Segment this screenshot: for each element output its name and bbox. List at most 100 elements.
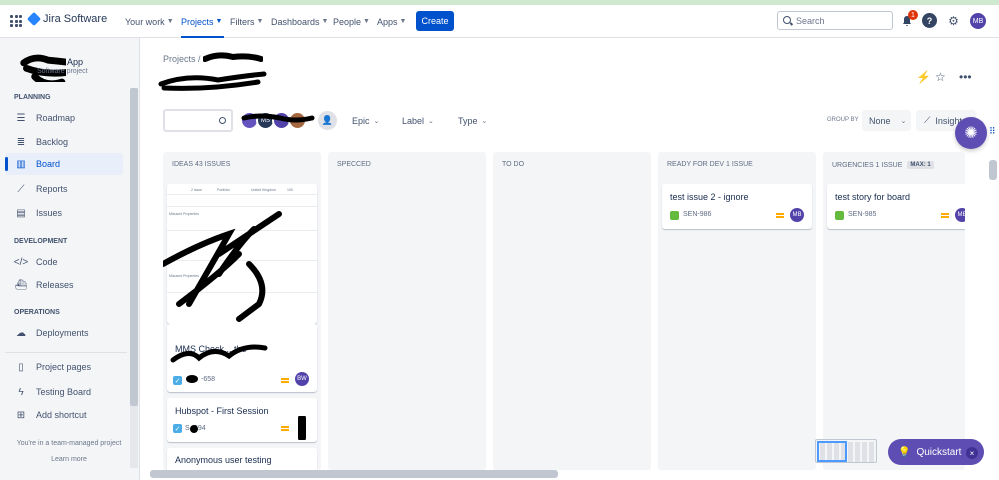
task-checkbox-icon: ✓	[173, 424, 182, 433]
epic-filter[interactable]: Epic ⌄	[352, 113, 379, 129]
sidebar-item-code[interactable]: </> Code	[5, 251, 123, 273]
sidebar-item-project-pages[interactable]: ▯ Project pages	[5, 356, 123, 378]
card-title: test issue 2 - ignore	[670, 192, 749, 202]
learn-more-link[interactable]: Learn more	[0, 456, 138, 463]
lightning-icon: ϟ	[18, 386, 24, 398]
label-filter[interactable]: Label ⌄	[402, 113, 434, 129]
issue-card[interactable]: MMS Check... the ✓ -658 BW	[167, 324, 317, 392]
chevron-down-icon: ⌄	[481, 118, 488, 125]
column-urgencies: URGENCIES 1 ISSUE MAX: 1 test story for b…	[823, 152, 965, 470]
issue-key[interactable]: SEN-986	[683, 211, 711, 218]
table-cell: Portfolio	[217, 188, 230, 192]
roadmap-icon: ☰	[16, 112, 26, 124]
more-actions-icon[interactable]: •••	[959, 70, 972, 84]
sidebar-item-issues[interactable]: ▤ Issues	[5, 202, 123, 224]
page-title-redacted	[158, 71, 267, 91]
issue-card[interactable]: Hubspot - First Session ✓ S -594	[167, 398, 317, 442]
type-filter[interactable]: Type ⌄	[458, 113, 487, 129]
assignee-avatar[interactable]: MB	[955, 208, 965, 222]
wip-limit-badge: MAX: 1	[907, 161, 934, 169]
add-people-icon[interactable]: 👤	[318, 111, 337, 130]
jira-logo[interactable]: Jira Software	[26, 11, 107, 27]
priority-medium-icon	[281, 378, 289, 383]
backlog-icon: ≣	[16, 136, 26, 148]
group-by-label: GROUP BY	[827, 117, 859, 123]
lightbulb-icon: 💡	[898, 446, 911, 458]
user-avatar[interactable]: MB	[970, 13, 986, 29]
sidebar-scrollbar[interactable]	[130, 88, 138, 406]
help-icon[interactable]: ?	[922, 13, 937, 28]
sidebar-item-label: Code	[36, 257, 58, 267]
column-ready-for-dev: READY FOR DEV 1 ISSUE test issue 2 - ign…	[658, 152, 816, 470]
redaction-scribble	[170, 344, 268, 363]
sidebar-item-label: Testing Board	[36, 387, 92, 397]
sidebar-item-add-shortcut[interactable]: ⊞ Add shortcut	[5, 404, 123, 426]
sidebar-item-label: Project pages	[36, 362, 92, 372]
nav-projects[interactable]: Projects ▼	[181, 5, 224, 38]
breadcrumb-projects-link[interactable]: Projects	[163, 54, 196, 64]
card-title: Hubspot - First Session	[175, 406, 269, 416]
issue-card[interactable]: test issue 2 - ignore SEN-986 MB	[662, 184, 812, 229]
column-title: URGENCIES 1 ISSUE	[832, 161, 903, 169]
feedback-icon[interactable]: ⚡	[916, 70, 931, 84]
nav-people[interactable]: People ▼	[333, 5, 370, 38]
sidebar-item-deployments[interactable]: ☁ Deployments	[5, 322, 123, 344]
app-switcher-icon[interactable]	[10, 15, 22, 27]
issue-card[interactable]: test story for board SEN-985 MB	[827, 184, 965, 229]
chevron-down-icon: ▼	[256, 18, 264, 25]
issue-key[interactable]: -658	[201, 376, 215, 383]
assistant-fab-icon[interactable]: ✺	[955, 117, 987, 149]
story-icon	[835, 211, 844, 220]
section-operations: OPERATIONS	[14, 309, 60, 316]
sidebar-item-releases[interactable]: ⛴ Releases	[5, 274, 123, 296]
nav-your-work[interactable]: Your work ▼	[125, 5, 174, 38]
table-cell: 100	[287, 188, 293, 192]
assignee-avatar[interactable]: BW	[295, 372, 309, 386]
nav-people-label: People	[333, 16, 362, 27]
minimap-viewport[interactable]	[817, 441, 847, 462]
assignee-avatar[interactable]: MB	[790, 208, 804, 222]
sidebar-item-backlog[interactable]: ≣ Backlog	[5, 131, 123, 153]
sidebar-item-label: Roadmap	[36, 113, 76, 123]
create-button[interactable]: Create	[416, 11, 454, 31]
settings-gear-icon[interactable]: ⚙	[946, 13, 961, 28]
kanban-board: IDEAS 43 ISSUES 2 issue Portfolio United…	[163, 152, 965, 470]
insights-chart-icon: ⟋	[924, 115, 931, 125]
star-icon[interactable]: ☆	[935, 70, 946, 84]
minimap-column	[869, 442, 874, 462]
sidebar-item-testing-board[interactable]: ϟ Testing Board	[5, 381, 123, 403]
sidebar-item-board[interactable]: ▥ Board	[5, 153, 123, 175]
column-title: READY FOR DEV 1 ISSUE	[667, 161, 753, 168]
group-by-select[interactable]: None ⌄	[862, 110, 911, 131]
board-minimap[interactable]	[815, 439, 877, 463]
board-horizontal-scrollbar[interactable]	[150, 470, 558, 478]
chevron-down-icon: ⌄	[428, 118, 434, 125]
sidebar-item-label: Backlog	[36, 137, 69, 147]
sidebar-item-reports[interactable]: ⟋ Reports	[5, 178, 123, 200]
sidebar-divider	[5, 352, 127, 353]
sidebar-item-roadmap[interactable]: ☰ Roadmap	[5, 107, 123, 129]
board-vertical-scrollbar[interactable]	[989, 160, 997, 180]
section-planning: PLANNING	[14, 94, 51, 101]
column-header: IDEAS 43 ISSUES	[172, 161, 230, 168]
priority-medium-icon	[941, 213, 949, 218]
nav-dashboards[interactable]: Dashboards ▼	[271, 5, 328, 38]
nav-apps[interactable]: Apps ▼	[377, 5, 406, 38]
search-icon	[783, 16, 791, 24]
nav-filters[interactable]: Filters ▼	[230, 5, 263, 38]
jira-diamond-icon	[26, 11, 42, 27]
top-navigation: Jira Software Your work ▼ Projects ▼ Filte…	[0, 5, 999, 38]
project-type: Software project	[37, 68, 88, 75]
quickstart-close-icon[interactable]: ×	[966, 447, 978, 459]
drag-handle-icon[interactable]: ⠿	[989, 126, 996, 137]
nav-projects-label: Projects	[181, 16, 214, 27]
issue-card[interactable]: Anonymous user testing	[167, 448, 317, 470]
search-icon	[219, 117, 226, 124]
sidebar-item-label: Board	[36, 159, 61, 169]
board-search-input[interactable]	[163, 109, 233, 132]
priority-medium-icon	[776, 213, 784, 218]
minimap-column	[848, 442, 853, 462]
issue-key[interactable]: SEN-985	[848, 211, 876, 218]
search-input[interactable]: Search	[777, 11, 893, 30]
sidebar-item-label: Deployments	[36, 328, 89, 338]
